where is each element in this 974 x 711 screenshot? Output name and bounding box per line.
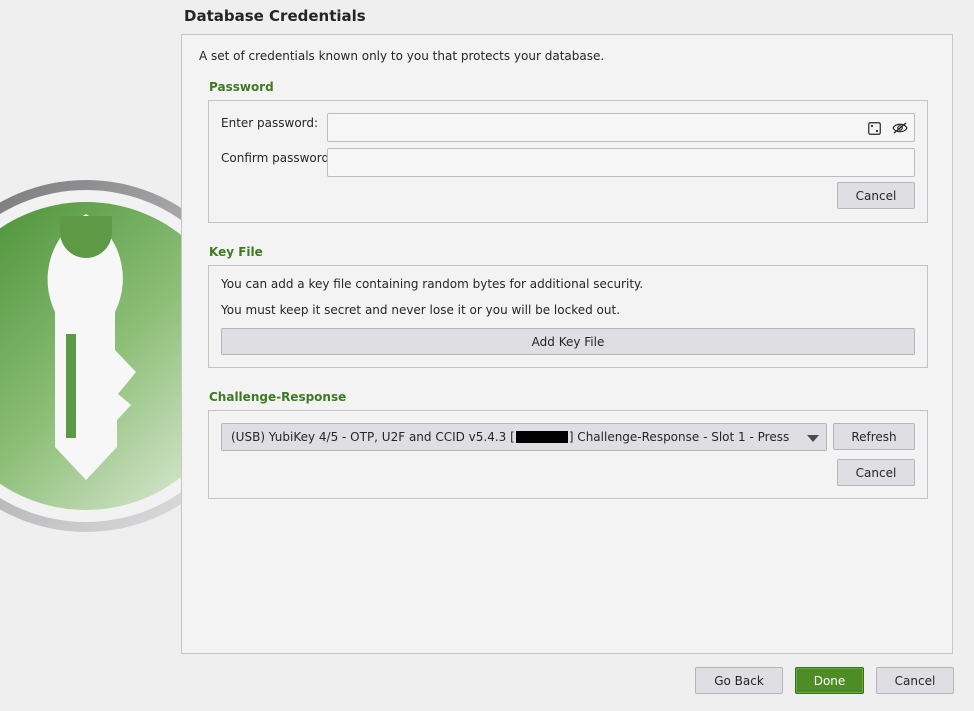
challenge-response-section-title: Challenge-Response: [209, 390, 347, 404]
chevron-down-icon[interactable]: [807, 435, 819, 442]
challenge-response-device-select[interactable]: (USB) YubiKey 4/5 - OTP, U2F and CCID v5…: [221, 423, 827, 451]
page-title: Database Credentials: [184, 7, 366, 25]
key-file-section-title: Key File: [209, 245, 263, 259]
footer-cancel-button[interactable]: Cancel: [876, 667, 954, 694]
done-button[interactable]: Done: [795, 667, 864, 694]
enter-password-field[interactable]: [327, 113, 915, 142]
device-select-prefix: (USB) YubiKey 4/5 - OTP, U2F and CCID v5…: [231, 430, 515, 444]
go-back-button[interactable]: Go Back: [695, 667, 783, 694]
password-group: Enter password: Confirm password: Cancel: [208, 100, 928, 223]
refresh-button[interactable]: Refresh: [833, 423, 915, 450]
device-select-suffix: ] Challenge-Response - Slot 1 - Press: [568, 430, 790, 444]
eye-off-icon[interactable]: [892, 120, 908, 136]
confirm-password-label: Confirm password:: [221, 151, 334, 165]
password-section-title: Password: [209, 80, 274, 94]
enter-password-label: Enter password:: [221, 116, 319, 130]
challenge-response-group: (USB) YubiKey 4/5 - OTP, U2F and CCID v5…: [208, 410, 928, 499]
password-cancel-button[interactable]: Cancel: [837, 182, 915, 209]
key-file-description-2: You must keep it secret and never lose i…: [221, 303, 621, 317]
key-file-description-1: You can add a key file containing random…: [221, 277, 644, 291]
challenge-cancel-button[interactable]: Cancel: [837, 459, 915, 486]
add-key-file-button[interactable]: Add Key File: [221, 328, 915, 355]
confirm-password-field[interactable]: [327, 148, 915, 177]
dice-icon[interactable]: [866, 120, 882, 136]
intro-text: A set of credentials known only to you t…: [199, 49, 605, 63]
credentials-panel: A set of credentials known only to you t…: [181, 34, 953, 654]
key-file-group: You can add a key file containing random…: [208, 265, 928, 368]
redacted-serial: [515, 431, 568, 443]
